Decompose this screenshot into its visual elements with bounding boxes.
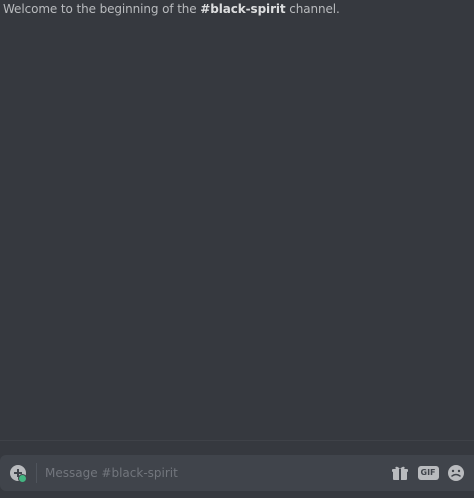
chat-panel: Welcome to the beginning of the #black-s…: [0, 0, 474, 498]
upload-button[interactable]: [0, 455, 36, 491]
emoji-button[interactable]: [446, 463, 466, 483]
channel-welcome-text: Welcome to the beginning of the #black-s…: [3, 1, 340, 17]
message-input[interactable]: [37, 455, 390, 491]
gif-icon: GIF: [417, 466, 439, 480]
welcome-suffix: channel.: [285, 2, 340, 16]
welcome-prefix: Welcome to the beginning of the: [3, 2, 201, 16]
message-divider: [0, 440, 474, 441]
composer-actions: GIF: [390, 463, 474, 483]
message-composer: GIF: [0, 455, 474, 491]
welcome-channel-name: #black-spirit: [200, 2, 286, 16]
status-dot: [18, 474, 27, 483]
gif-button[interactable]: GIF: [417, 463, 439, 483]
gift-button[interactable]: [390, 463, 410, 483]
gift-icon: [392, 466, 408, 480]
emoji-icon: [448, 465, 464, 481]
